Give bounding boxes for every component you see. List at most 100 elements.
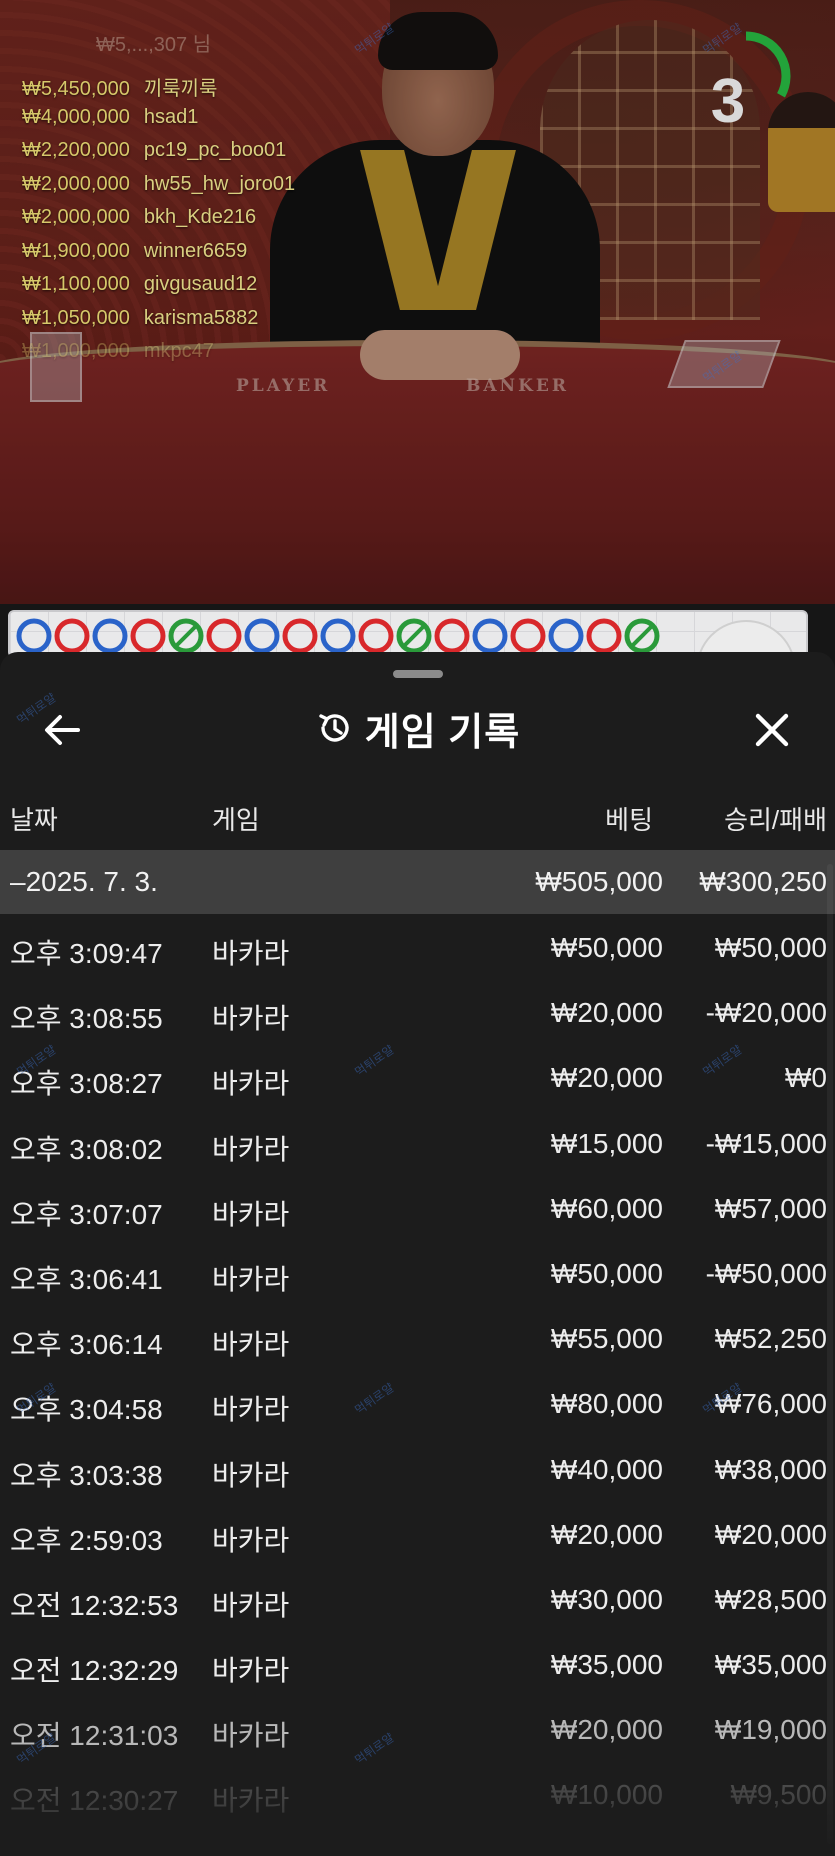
row-game: 바카라 <box>212 1459 290 1491</box>
row-time: 오후 3:06:14 <box>10 1329 163 1361</box>
winner-name: hsad1 <box>143 105 199 128</box>
row-result: ₩35,000 <box>714 1649 827 1681</box>
column-header-result[interactable]: 승리/패배 <box>724 800 827 837</box>
game-history-panel: 게임 기록 날짜 게임 베팅 승리/패배 –2025. 7. 3. ₩505,0… <box>0 652 835 1856</box>
row-bet: ₩60,000 <box>550 1192 663 1224</box>
history-row[interactable]: 오후 3:06:14 바카라 ₩55,000 ₩52,250 <box>0 1305 835 1370</box>
winner-row: ₩1,050,000 karisma5882 <box>22 307 295 341</box>
page-title: 게임 기록 <box>364 711 521 754</box>
column-header-date[interactable]: 날짜 <box>10 800 58 837</box>
row-result: ₩19,000 <box>714 1714 827 1746</box>
date-group-date: –2025. 7. 3. <box>10 866 158 897</box>
winner-name: givgusaud12 <box>143 273 258 295</box>
row-game: 바카라 <box>212 1524 290 1556</box>
road-banker-mark <box>358 618 394 654</box>
road-banker-mark <box>282 618 318 654</box>
winner-amount: ₩1,000,000 <box>22 340 130 362</box>
row-game: 바카라 <box>212 938 290 969</box>
row-bet: ₩20,000 <box>550 997 663 1029</box>
row-time: 오후 3:06:41 <box>10 1263 163 1295</box>
row-result: ₩57,000 <box>714 1192 827 1224</box>
row-game: 바카라 <box>212 1394 290 1426</box>
close-button[interactable] <box>748 706 796 754</box>
date-group-result-total: ₩300,250 <box>699 866 827 897</box>
winner-row: ₩1,100,000 givgusaud12 <box>22 273 295 307</box>
winner-name: 끼룩끼룩 <box>143 78 218 100</box>
row-result: -₩50,000 <box>705 1257 827 1289</box>
road-player-mark <box>548 618 584 654</box>
row-game: 바카라 <box>212 1198 290 1230</box>
row-bet: ₩15,000 <box>550 1127 663 1159</box>
row-time: 오후 3:09:47 <box>10 938 163 969</box>
close-x-icon <box>755 713 789 747</box>
bead-road[interactable] <box>8 610 808 658</box>
row-time: 오전 12:32:29 <box>10 1655 179 1687</box>
history-row[interactable]: 오전 12:32:53 바카라 ₩30,000 ₩28,500 <box>0 1566 835 1631</box>
row-game: 바카라 <box>212 1589 290 1621</box>
row-bet: ₩20,000 <box>550 1062 663 1094</box>
row-bet: ₩50,000 <box>550 1257 663 1289</box>
winner-row: ₩1,000,000 mkpc47 <box>22 340 295 374</box>
row-game: 바카라 <box>212 1003 290 1035</box>
row-time: 오후 2:59:03 <box>10 1524 163 1556</box>
history-list: 오후 3:09:47 바카라 ₩50,000 ₩50,000 오후 3:08:55 바카라… <box>0 914 835 1827</box>
road-banker-mark <box>434 618 470 654</box>
road-player-mark <box>244 618 280 654</box>
winner-amount: ₩5,450,000 <box>22 78 130 100</box>
row-bet: ₩55,000 <box>550 1323 663 1355</box>
row-result: -₩20,000 <box>705 997 827 1029</box>
history-row[interactable]: 오전 12:31:03 바카라 ₩20,000 ₩19,000 <box>0 1696 835 1761</box>
winner-row: ₩2,000,000 hw55_hw_joro01 <box>22 173 295 207</box>
winner-name: bkh_Kde216 <box>143 206 257 228</box>
back-button[interactable] <box>38 706 86 754</box>
row-result: ₩0 <box>785 1062 827 1094</box>
road-player-mark <box>472 618 508 654</box>
winner-amount: ₩1,100,000 <box>22 273 130 295</box>
list-fade <box>0 1766 835 1856</box>
row-bet: ₩30,000 <box>550 1583 663 1615</box>
winner-amount: ₩1,900,000 <box>22 239 130 262</box>
winner-row: ₩2,000,000 bkh_Kde216 <box>22 206 295 240</box>
drag-handle[interactable] <box>393 670 443 678</box>
history-row[interactable]: 오후 3:07:07 바카라 ₩60,000 ₩57,000 <box>0 1175 835 1240</box>
scrollbar[interactable] <box>827 864 833 1844</box>
table-header: 날짜 게임 베팅 승리/패배 <box>0 800 835 840</box>
column-header-game[interactable]: 게임 <box>212 800 260 837</box>
winner-name: winner6659 <box>143 239 248 262</box>
row-time: 오후 3:07:07 <box>10 1198 163 1230</box>
winner-amount: ₩2,000,000 <box>22 172 130 195</box>
row-bet: ₩50,000 <box>550 932 663 963</box>
winners-header: ₩5,...,307 님 <box>96 34 212 56</box>
history-row[interactable]: 오후 3:08:55 바카라 ₩20,000 -₩20,000 <box>0 979 835 1044</box>
history-row[interactable]: 오후 2:59:03 바카라 ₩20,000 ₩20,000 <box>0 1501 835 1566</box>
history-clock-icon <box>319 714 349 742</box>
road-banker-mark <box>54 618 90 654</box>
winner-amount: ₩2,200,000 <box>22 139 130 161</box>
row-bet: ₩80,000 <box>550 1388 663 1420</box>
road-banker-mark <box>130 618 166 654</box>
history-row[interactable]: 오후 3:08:02 바카라 ₩15,000 -₩15,000 <box>0 1110 835 1175</box>
date-group-bet-total: ₩505,000 <box>535 866 663 897</box>
road-banker-mark <box>510 618 546 654</box>
column-header-bet[interactable]: 베팅 <box>605 800 653 837</box>
row-bet: ₩20,000 <box>550 1714 663 1746</box>
road-tie-slash <box>400 622 428 650</box>
history-row[interactable]: 오후 3:03:38 바카라 ₩40,000 ₩38,000 <box>0 1436 835 1501</box>
winner-amount: ₩1,050,000 <box>22 306 130 329</box>
row-result: ₩20,000 <box>714 1518 827 1550</box>
winner-row: ₩4,000,000 hsad1 <box>22 106 295 140</box>
date-group-row[interactable]: –2025. 7. 3. ₩505,000 ₩300,250 <box>0 850 835 914</box>
winner-row: ₩2,200,000 pc19_pc_boo01 <box>22 139 295 173</box>
title-group: 게임 기록 <box>0 692 835 764</box>
history-row[interactable]: 오후 3:09:47 바카라 ₩50,000 ₩50,000 <box>0 914 835 979</box>
row-time: 오후 3:08:55 <box>10 1003 163 1035</box>
row-game: 바카라 <box>212 1263 290 1295</box>
history-row[interactable]: 오전 12:32:29 바카라 ₩35,000 ₩35,000 <box>0 1631 835 1696</box>
winner-name: mkpc47 <box>143 340 214 362</box>
row-bet: ₩35,000 <box>550 1649 663 1681</box>
road-banker-mark <box>586 618 622 654</box>
row-result: ₩28,500 <box>714 1583 827 1615</box>
road-player-mark <box>320 618 356 654</box>
row-bet: ₩40,000 <box>550 1453 663 1485</box>
history-row[interactable]: 오후 3:06:41 바카라 ₩50,000 -₩50,000 <box>0 1240 835 1305</box>
